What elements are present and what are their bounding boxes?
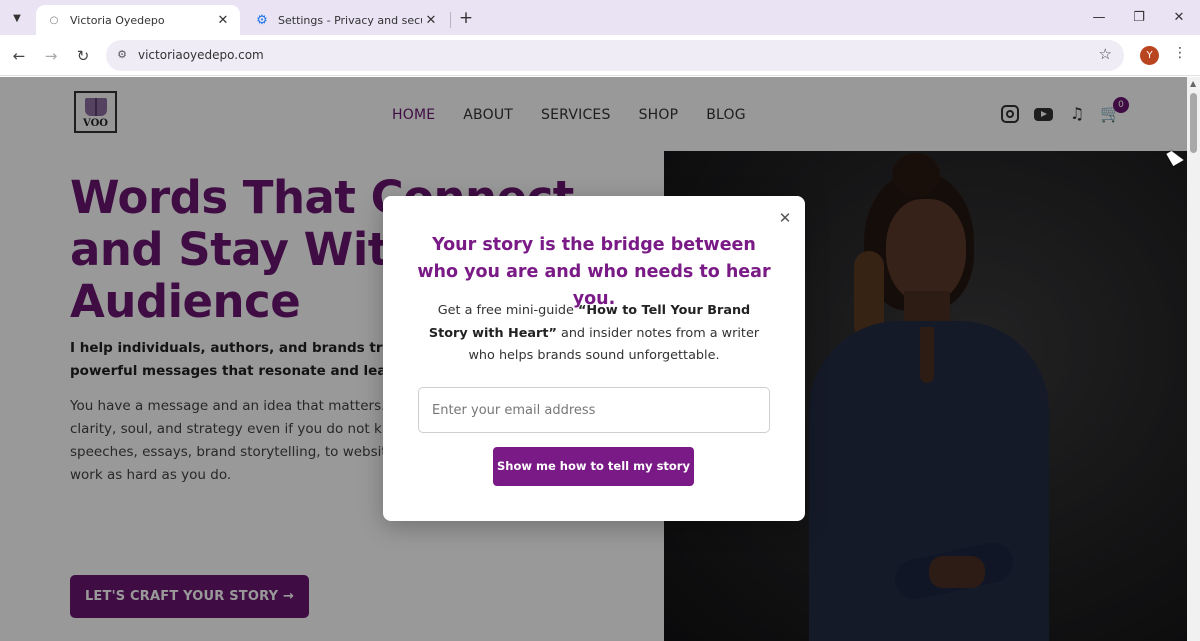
show-me-button[interactable]: Show me how to tell my story <box>493 447 694 486</box>
browser-menu-icon[interactable]: ⋮ <box>1172 45 1188 65</box>
gear-icon: ⚙ <box>256 12 268 28</box>
close-window-button[interactable]: ✕ <box>1167 6 1191 30</box>
tab-settings[interactable]: ⚙ Settings - Privacy and security ✕ <box>244 5 448 35</box>
email-field[interactable] <box>418 387 770 433</box>
browser-toolbar: ← → ↻ ⚙ victoriaoyedepo.com ☆ <box>0 35 1200 76</box>
new-tab-button[interactable]: + <box>456 8 476 28</box>
browser-tabstrip: ▼ ○ Victoria Oyedepo ✕ ⚙ Settings - Priv… <box>0 0 1200 35</box>
minimize-window-button[interactable]: — <box>1087 6 1111 30</box>
site-info-icon[interactable]: ⚙ <box>114 47 130 63</box>
popup-description: Get a free mini-guide “How to Tell Your … <box>421 300 767 368</box>
tab-close-icon[interactable]: ✕ <box>214 13 232 28</box>
close-icon[interactable]: ✕ <box>777 210 793 226</box>
tab-title: Settings - Privacy and security <box>278 13 422 27</box>
address-bar[interactable]: ⚙ victoriaoyedepo.com ☆ <box>106 40 1124 71</box>
page-scrollbar[interactable]: ▲ <box>1187 77 1200 641</box>
site-favicon-icon: ○ <box>49 14 59 26</box>
newsletter-popup: ✕ Your story is the bridge between who y… <box>383 196 805 521</box>
page-viewport: VOO HOME ABOUT SERVICES SHOP BLOG ♫ 🛒 0 … <box>0 77 1187 641</box>
tab-close-icon[interactable]: ✕ <box>422 13 440 28</box>
bookmark-star-icon[interactable]: ☆ <box>1099 45 1112 63</box>
tab-victoria-oyedepo[interactable]: ○ Victoria Oyedepo ✕ <box>36 5 240 35</box>
tab-title: Victoria Oyedepo <box>70 13 165 27</box>
back-button[interactable]: ← <box>8 45 30 67</box>
forward-button[interactable]: → <box>40 45 62 67</box>
restore-window-button[interactable]: ❐ <box>1127 6 1151 30</box>
scrollbar-thumb[interactable] <box>1190 93 1197 153</box>
url-text[interactable]: victoriaoyedepo.com <box>138 48 264 62</box>
tab-search-button[interactable]: ▼ <box>6 7 28 29</box>
popup-text-intro: Get a free mini-guide <box>437 303 578 318</box>
profile-avatar[interactable]: Y <box>1140 46 1159 65</box>
tab-divider <box>450 12 451 28</box>
scroll-up-icon[interactable]: ▲ <box>1190 79 1196 88</box>
reload-button[interactable]: ↻ <box>72 45 94 67</box>
chevron-down-icon: ▼ <box>13 12 21 24</box>
